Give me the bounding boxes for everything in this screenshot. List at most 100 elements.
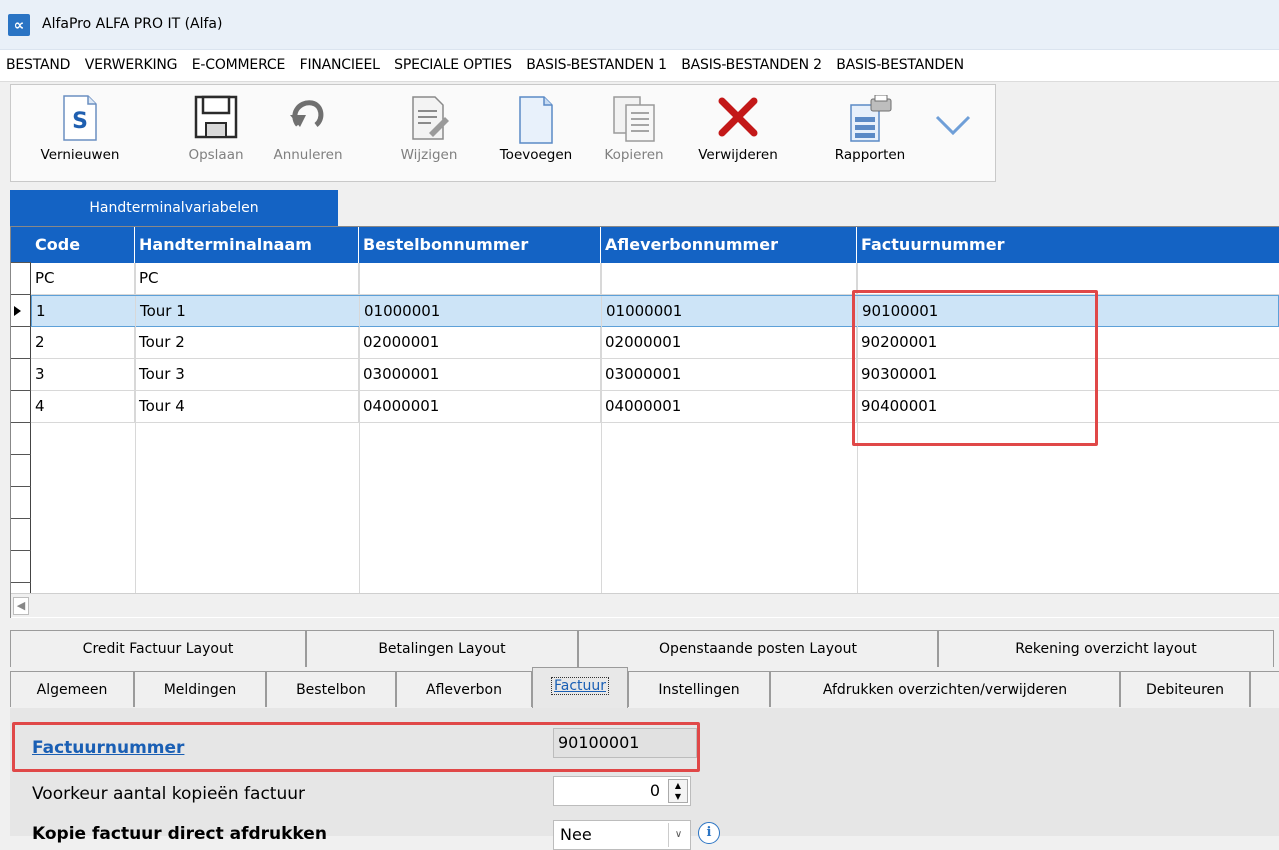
cell-bestelbonnummer: 03000001	[359, 359, 601, 390]
table-row[interactable]: 2 Tour 2 02000001 02000001 90200001	[31, 327, 1279, 359]
menu-basis-bestanden-1[interactable]: BASIS-BESTANDEN 1	[520, 50, 671, 73]
table-row-selected[interactable]: 1 Tour 1 01000001 01000001 90100001	[31, 295, 1279, 327]
scroll-left-icon[interactable]: ◀	[13, 597, 29, 615]
copies-stepper[interactable]: 0 ▲ ▼	[553, 776, 691, 806]
save-button[interactable]: Opslaan	[171, 85, 261, 181]
tab-meldingen[interactable]: Meldingen	[134, 671, 266, 707]
indicator-cell	[11, 327, 31, 359]
cell-bestelbonnummer: 01000001	[360, 296, 602, 327]
cell-handterminalnaam: Tour 3	[135, 359, 359, 390]
indicator-cell	[11, 487, 31, 519]
menu-e-commerce[interactable]: E-COMMERCE	[186, 50, 289, 73]
cell-code: 2	[31, 327, 135, 358]
menu-basis-bestanden-2[interactable]: BASIS-BESTANDEN 2	[675, 50, 826, 73]
cell-handterminalnaam: Tour 1	[136, 296, 360, 327]
cell-code: PC	[31, 263, 135, 294]
copies-label: Voorkeur aantal kopieën factuur	[32, 784, 305, 804]
save-label: Opslaan	[188, 147, 244, 163]
cell-afleverbonnummer: 04000001	[601, 391, 857, 422]
tab-afleverbon[interactable]: Afleverbon	[396, 671, 532, 707]
add-button[interactable]: Toevoegen	[485, 85, 587, 181]
indicator-cell	[11, 263, 31, 295]
factuur-form: Factuurnummer 90100001 Voorkeur aantal k…	[10, 708, 1279, 850]
menu-financieel[interactable]: FINANCIEEL	[294, 50, 384, 73]
table-row[interactable]: 4 Tour 4 04000001 04000001 90400001	[31, 391, 1279, 423]
indicator-cell	[11, 359, 31, 391]
copy-button[interactable]: Kopieren	[587, 85, 681, 181]
tab-more[interactable]	[1250, 671, 1279, 707]
column-header-bestelbonnummer[interactable]: Bestelbonnummer	[359, 227, 601, 263]
reports-label: Rapporten	[834, 147, 906, 163]
copy-label: Kopieren	[604, 147, 664, 163]
tab-rekening-overzicht-layout[interactable]: Rekening overzicht layout	[938, 630, 1274, 667]
table-row[interactable]: PC PC	[31, 263, 1279, 295]
indicator-cell	[11, 423, 31, 455]
delete-button[interactable]: Verwijderen	[683, 85, 793, 181]
delete-x-icon	[718, 97, 758, 137]
tab-openstaande-posten-layout[interactable]: Openstaande posten Layout	[578, 630, 938, 667]
refresh-label: Vernieuwen	[40, 147, 120, 163]
indicator-header	[11, 227, 31, 263]
cell-bestelbonnummer: 04000001	[359, 391, 601, 422]
undo-icon	[290, 100, 324, 127]
settings-tab-row: Algemeen Meldingen Bestelbon Afleverbon …	[10, 667, 1279, 708]
column-header-afleverbonnummer[interactable]: Afleverbonnummer	[601, 227, 857, 263]
menu-basis-bestanden-3[interactable]: BASIS-BESTANDEN	[830, 50, 968, 73]
menu-speciale-opties[interactable]: SPECIALE OPTIES	[388, 50, 516, 73]
new-document-icon	[519, 96, 553, 144]
tab-debiteuren[interactable]: Debiteuren	[1120, 671, 1250, 707]
invoice-number-label[interactable]: Factuurnummer	[32, 738, 184, 758]
cell-afleverbonnummer: 02000001	[601, 327, 857, 358]
floppy-disk-icon	[194, 95, 238, 139]
cell-factuurnummer: 90400001	[861, 397, 938, 415]
horizontal-scrollbar[interactable]: ◀	[11, 593, 1279, 617]
cell-code: 3	[31, 359, 135, 390]
indicator-cell	[11, 455, 31, 487]
menu-verwerking[interactable]: VERWERKING	[79, 50, 182, 73]
tab-factuur-label: Factuur	[550, 677, 610, 695]
edit-button[interactable]: Wijzigen	[385, 85, 473, 181]
layout-tab-row: Credit Factuur Layout Betalingen Layout …	[10, 630, 1279, 667]
copy-document-icon	[613, 96, 655, 142]
reports-button[interactable]: Rapporten	[815, 85, 925, 181]
cell-afleverbonnummer: 03000001	[601, 359, 857, 390]
more-button[interactable]	[925, 85, 981, 181]
cell-afleverbonnummer: 01000001	[602, 296, 858, 327]
current-row-arrow-icon	[14, 306, 21, 316]
cell-bestelbonnummer	[359, 263, 601, 294]
print-copy-value: Nee	[560, 825, 592, 844]
print-copy-select[interactable]: Nee ∨	[553, 820, 691, 850]
tab-afdrukken-overzichten-verwijderen[interactable]: Afdrukken overzichten/verwijderen	[770, 671, 1120, 707]
print-copy-label: Kopie factuur direct afdrukken	[32, 824, 327, 844]
tab-factuur[interactable]: Factuur	[532, 667, 628, 708]
menu-bestand[interactable]: BESTAND	[0, 50, 74, 73]
refresh-button[interactable]: S Vernieuwen	[11, 85, 149, 181]
stepper-arrows-icon[interactable]: ▲ ▼	[668, 779, 688, 803]
info-icon[interactable]: i	[698, 822, 720, 844]
column-header-handterminalnaam[interactable]: Handterminalnaam	[135, 227, 359, 263]
indicator-cell	[11, 295, 31, 327]
cell-afleverbonnummer	[601, 263, 857, 294]
refresh-icon: S	[63, 95, 97, 141]
cell-factuurnummer: 90100001	[862, 302, 939, 320]
column-header-code[interactable]: Code	[31, 227, 135, 263]
tab-handterminalvariabelen[interactable]: Handterminalvariabelen	[10, 190, 338, 226]
svg-text:S: S	[72, 109, 88, 134]
row-indicator-column	[11, 227, 31, 593]
tab-algemeen[interactable]: Algemeen	[10, 671, 134, 707]
cancel-button[interactable]: Annuleren	[261, 85, 355, 181]
cell-handterminalnaam: Tour 4	[135, 391, 359, 422]
invoice-number-field[interactable]: 90100001	[553, 728, 697, 758]
cell-code: 4	[31, 391, 135, 422]
tab-instellingen[interactable]: Instellingen	[628, 671, 770, 707]
tab-bestelbon[interactable]: Bestelbon	[266, 671, 396, 707]
grid-header: Code Handterminalnaam Bestelbonnummer Af…	[31, 227, 1279, 263]
window-title: AlfaPro ALFA PRO IT (Alfa)	[42, 16, 223, 32]
tab-credit-factuur-layout[interactable]: Credit Factuur Layout	[10, 630, 306, 667]
table-row[interactable]: 3 Tour 3 03000001 03000001 90300001	[31, 359, 1279, 391]
tab-betalingen-layout[interactable]: Betalingen Layout	[306, 630, 578, 667]
copies-value: 0	[649, 781, 660, 800]
cell-factuurnummer: 90300001	[861, 365, 938, 383]
report-printer-icon	[850, 95, 892, 142]
column-header-factuurnummer[interactable]: Factuurnummer	[857, 227, 1279, 263]
